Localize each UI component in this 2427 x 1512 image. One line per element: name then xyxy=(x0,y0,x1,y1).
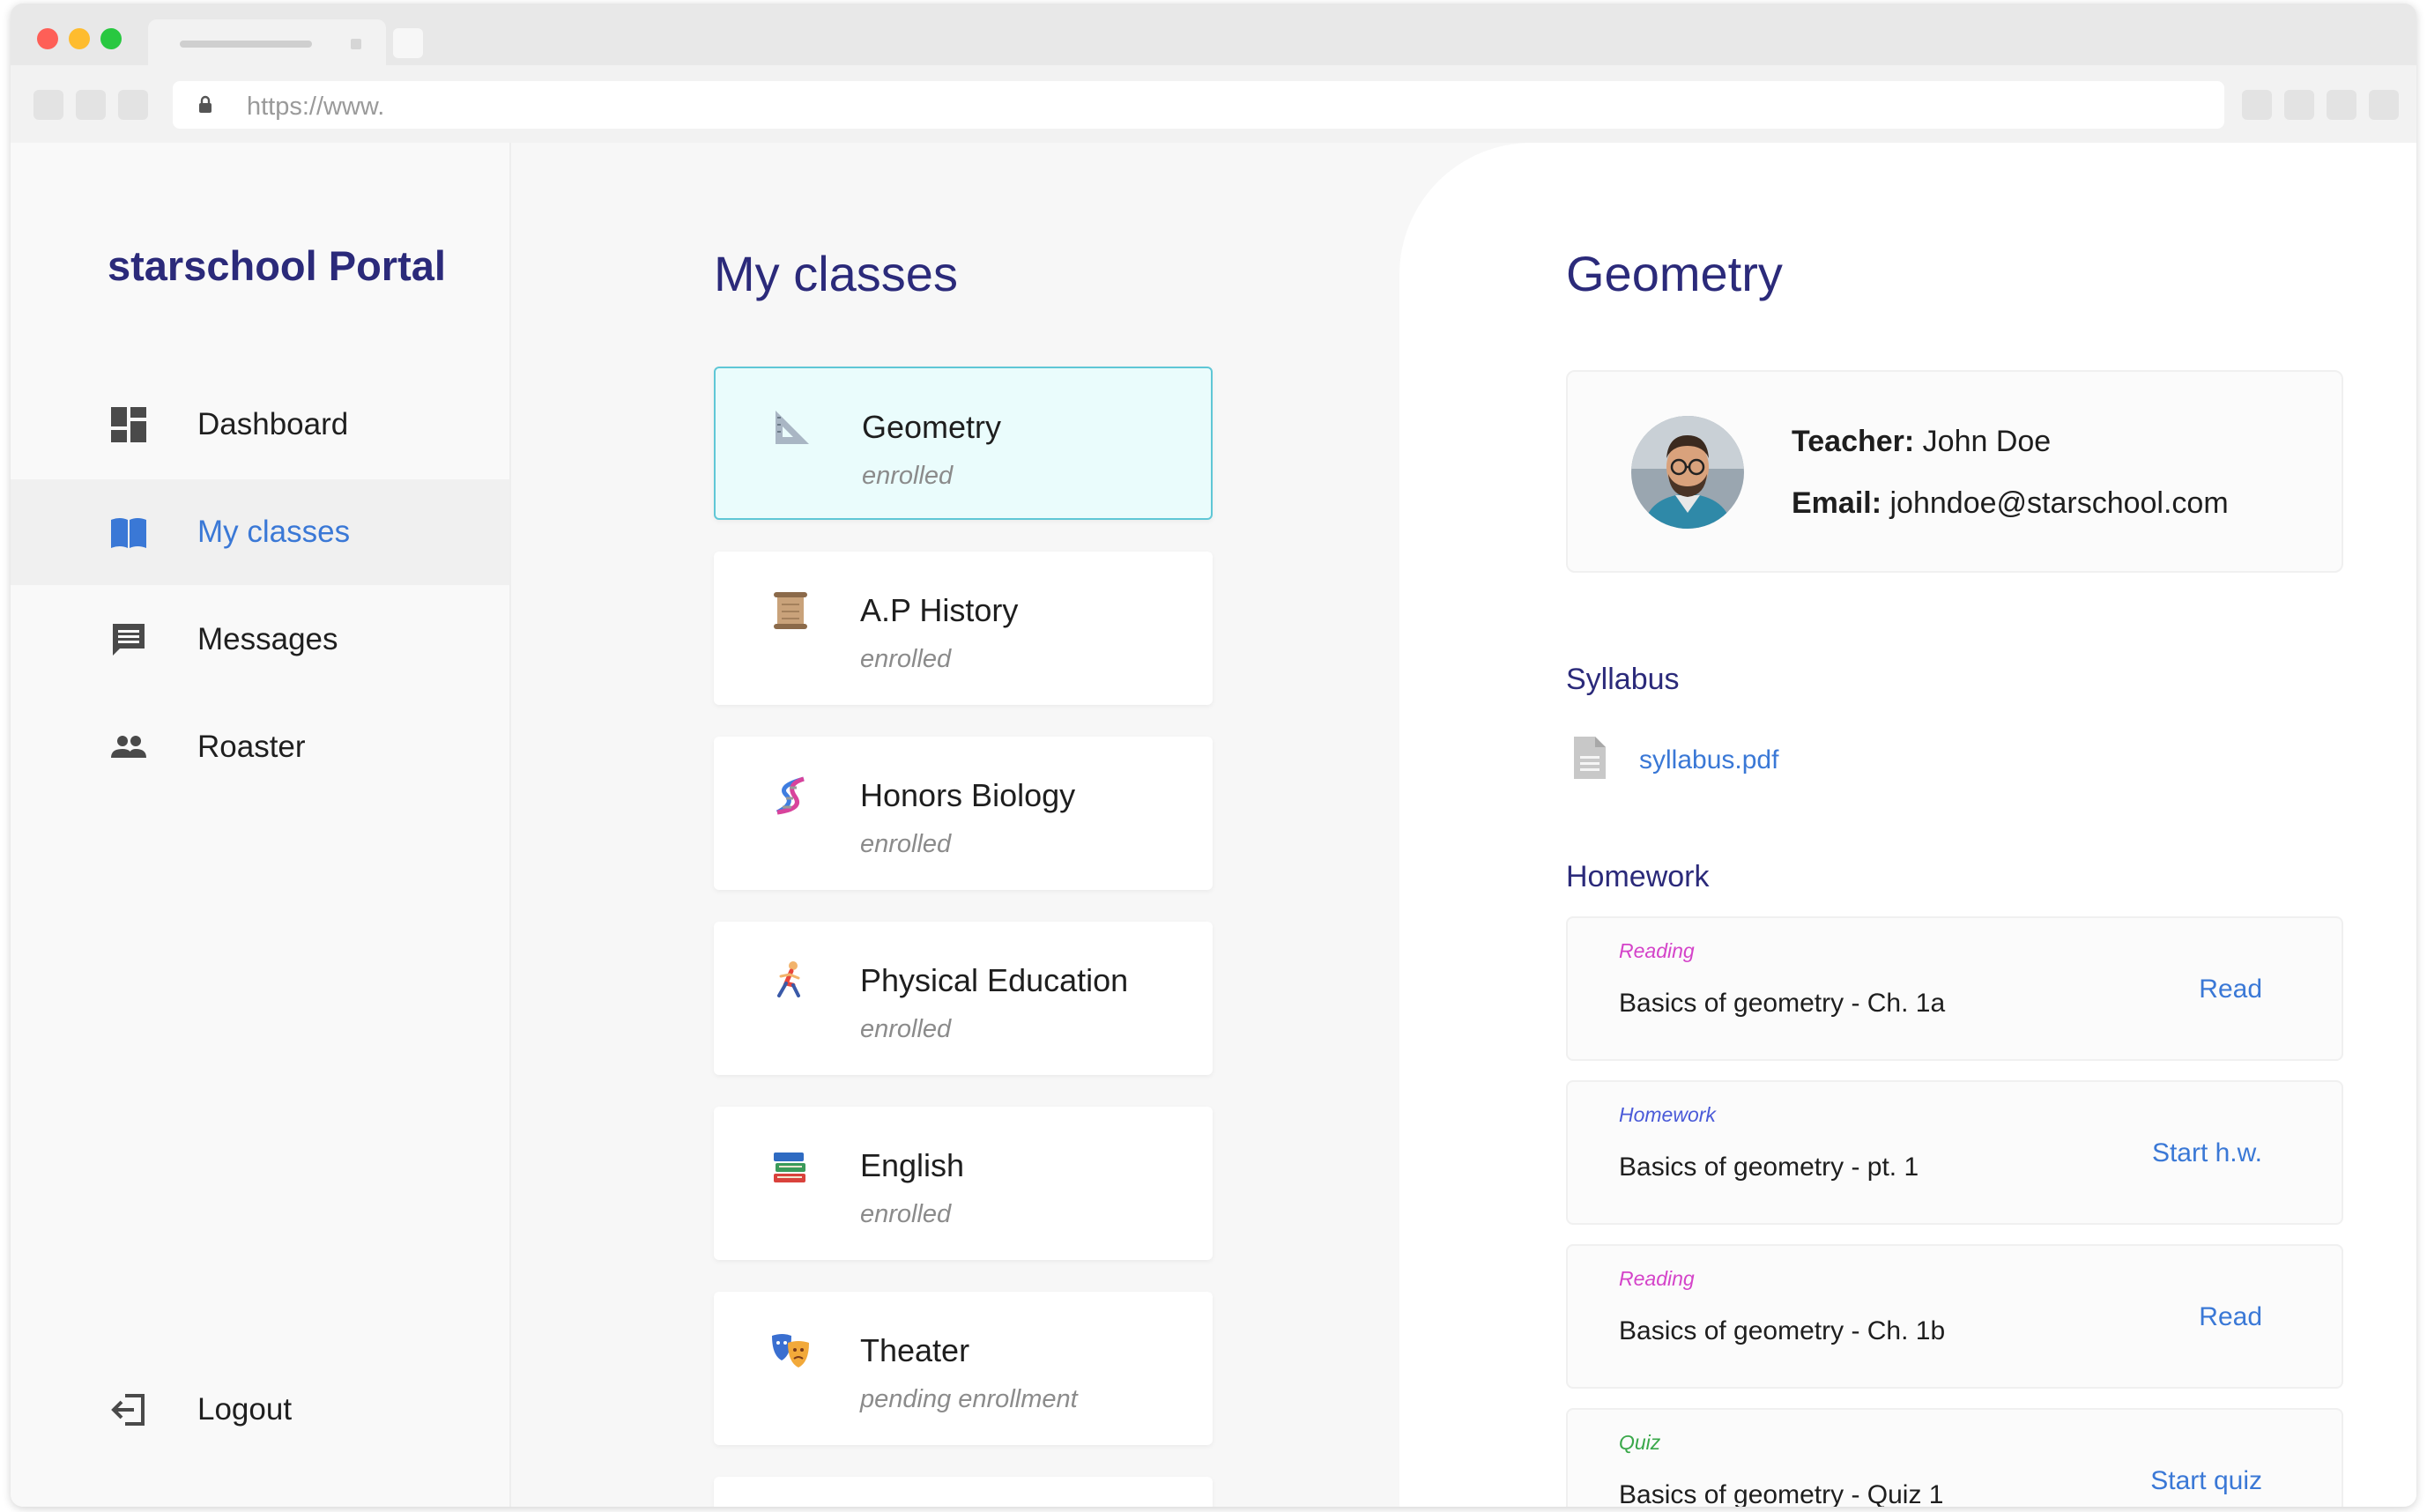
class-card-ap-history[interactable]: A.P History enrolled xyxy=(714,552,1213,705)
browser-titlebar xyxy=(11,4,2416,65)
class-name: Geometry xyxy=(862,409,1002,445)
page-title: My classes xyxy=(714,246,958,301)
detail-title: Geometry xyxy=(1566,246,1783,301)
homework-item: Homework Basics of geometry - pt. 1 Star… xyxy=(1566,1080,2343,1225)
class-card-physical-education[interactable]: Physical Education enrolled xyxy=(714,922,1213,1075)
browser-toolbar: https://www. xyxy=(11,65,2416,143)
sidebar-item-label: Messages xyxy=(197,622,338,656)
sidebar-item-label: Dashboard xyxy=(197,407,349,441)
classes-panel: My classes Geometry enrolled A.P History… xyxy=(511,143,1410,1507)
class-status: pending enrollment xyxy=(860,1385,1078,1413)
syllabus-file-link[interactable]: syllabus.pdf xyxy=(1639,745,1778,775)
message-icon xyxy=(113,624,145,656)
sidebar: starschool Portal Dashboard My classes M… xyxy=(11,143,511,1507)
address-bar[interactable]: https://www. xyxy=(173,81,2224,129)
url-text: https://www. xyxy=(247,93,385,121)
homework-type: Reading xyxy=(1619,1267,1695,1290)
triangle-ruler-icon xyxy=(776,411,809,444)
teacher-name-line: Teacher: John Doe xyxy=(1792,425,2051,459)
class-name: A.P History xyxy=(860,592,1019,628)
class-status: enrolled xyxy=(862,462,954,490)
class-card-partial[interactable] xyxy=(714,1477,1213,1507)
sidebar-item-roaster[interactable]: Roaster xyxy=(11,694,509,800)
homework-title: Basics of geometry - Ch. 1b xyxy=(1619,1316,1946,1345)
browser-window: https://www. starschool Portal Dashboard xyxy=(11,4,2416,1507)
class-card-theater[interactable]: Theater pending enrollment xyxy=(714,1292,1213,1445)
syllabus-heading: Syllabus xyxy=(1566,663,1680,696)
sidebar-item-label: My classes xyxy=(197,515,351,549)
sidebar-item-dashboard[interactable]: Dashboard xyxy=(11,372,509,478)
logout-label: Logout xyxy=(197,1392,293,1427)
dna-icon xyxy=(776,776,805,815)
class-status: enrolled xyxy=(860,1015,952,1043)
extension-button[interactable] xyxy=(2242,90,2272,120)
maximize-window-button[interactable] xyxy=(100,28,122,49)
new-tab-button[interactable] xyxy=(393,28,423,58)
class-card-geometry[interactable]: Geometry enrolled xyxy=(714,367,1213,520)
minimize-window-button[interactable] xyxy=(69,28,90,49)
homework-title: Basics of geometry - Quiz 1 xyxy=(1619,1480,1944,1507)
class-status: enrolled xyxy=(860,830,952,858)
book-icon xyxy=(111,518,146,548)
class-status: enrolled xyxy=(860,1200,952,1228)
email-key: Email: xyxy=(1792,486,1882,520)
app-content: starschool Portal Dashboard My classes M… xyxy=(11,143,2416,1507)
teacher-name: John Doe xyxy=(1922,425,2052,458)
close-window-button[interactable] xyxy=(37,28,58,49)
sidebar-item-label: Roaster xyxy=(197,730,306,764)
extension-button[interactable] xyxy=(2284,90,2314,120)
homework-type: Reading xyxy=(1619,939,1695,962)
avatar xyxy=(1631,416,1744,529)
teacher-card: Teacher: John Doe Email: johndoe@starsch… xyxy=(1566,370,2343,573)
file-icon xyxy=(1574,737,1606,779)
teacher-email: johndoe@starschool.com xyxy=(1889,486,2229,520)
homework-title: Basics of geometry - pt. 1 xyxy=(1619,1153,1919,1182)
homework-type: Homework xyxy=(1619,1103,1716,1126)
brand-title: starschool Portal xyxy=(108,242,446,289)
homework-type: Quiz xyxy=(1619,1431,1661,1454)
teacher-photo xyxy=(1631,416,1744,529)
homework-title: Basics of geometry - Ch. 1a xyxy=(1619,989,1946,1018)
menu-button[interactable] xyxy=(2369,90,2399,120)
sidebar-item-messages[interactable]: Messages xyxy=(11,587,509,693)
teacher-email-line: Email: johndoe@starschool.com xyxy=(1792,486,2229,521)
homework-item: Reading Basics of geometry - Ch. 1b Read xyxy=(1566,1244,2343,1389)
class-card-honors-biology[interactable]: Honors Biology enrolled xyxy=(714,737,1213,890)
people-icon xyxy=(111,736,146,758)
logout-icon xyxy=(111,1394,145,1426)
class-card-english[interactable]: English enrolled xyxy=(714,1107,1213,1260)
homework-item: Reading Basics of geometry - Ch. 1a Read xyxy=(1566,916,2343,1061)
theater-masks-icon xyxy=(772,1334,809,1367)
back-button[interactable] xyxy=(33,90,63,120)
extension-button[interactable] xyxy=(2327,90,2356,120)
scroll-icon xyxy=(774,592,807,629)
read-button[interactable]: Read xyxy=(2199,975,2262,1004)
class-name: Theater xyxy=(860,1332,970,1368)
class-detail-panel: Geometry Teacher: John Doe Email: johndo… xyxy=(1399,143,2416,1507)
homework-item: Quiz Basics of geometry - Quiz 1 Start q… xyxy=(1566,1408,2343,1507)
runner-icon xyxy=(777,961,800,997)
start-homework-button[interactable]: Start h.w. xyxy=(2152,1138,2262,1168)
browser-tab[interactable] xyxy=(148,19,386,65)
class-name: English xyxy=(860,1147,965,1183)
dashboard-icon xyxy=(111,407,146,442)
tab-close-icon[interactable] xyxy=(351,39,361,49)
class-name: Physical Education xyxy=(860,962,1129,998)
forward-button[interactable] xyxy=(76,90,106,120)
read-button[interactable]: Read xyxy=(2199,1302,2262,1332)
teacher-key: Teacher: xyxy=(1792,425,1915,458)
reload-button[interactable] xyxy=(118,90,148,120)
lock-icon xyxy=(199,95,212,113)
homework-heading: Homework xyxy=(1566,860,1710,893)
tab-title-placeholder xyxy=(180,41,312,48)
class-name: Honors Biology xyxy=(860,777,1076,813)
sidebar-item-my-classes[interactable]: My classes xyxy=(11,479,509,585)
logout-button[interactable]: Logout xyxy=(11,1357,509,1463)
class-status: enrolled xyxy=(860,645,952,673)
books-icon xyxy=(774,1153,805,1182)
start-quiz-button[interactable]: Start quiz xyxy=(2150,1466,2262,1496)
